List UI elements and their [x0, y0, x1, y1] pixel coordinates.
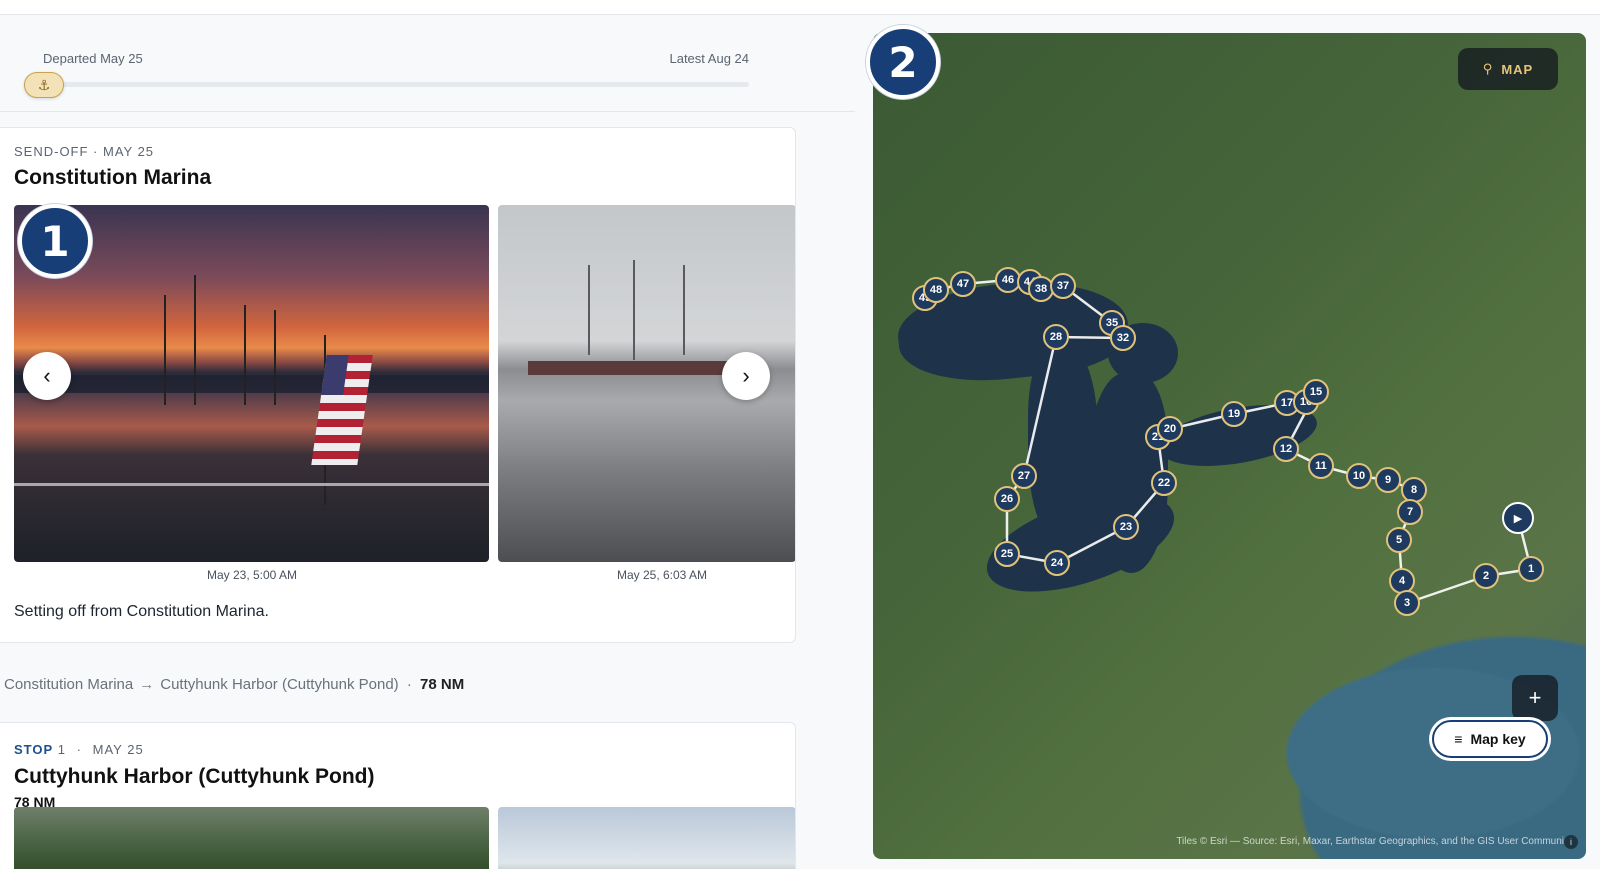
zoom-in-button[interactable]: + — [1512, 675, 1558, 721]
leg-from: Constitution Marina — [4, 676, 134, 693]
play-icon: ▶ — [1513, 512, 1523, 525]
timeline-handle[interactable]: ⚓ — [24, 72, 64, 98]
route-marker-22[interactable]: 22 — [1151, 470, 1177, 496]
send-off-card: SEND-OFF · MAY 25 Constitution Marina ‹ … — [0, 127, 796, 643]
route-marker-10[interactable]: 10 — [1346, 463, 1372, 489]
stop-card: STOP 1 · MAY 25 Cuttyhunk Harbor (Cuttyh… — [0, 722, 796, 869]
route-map[interactable]: 4948474644383735322827262524232221201917… — [873, 33, 1586, 859]
step-badge-2: 2 — [866, 25, 940, 99]
route-marker-15[interactable]: 15 — [1303, 379, 1329, 405]
card-title: Cuttyhunk Harbor (Cuttyhunk Pond) — [14, 765, 375, 788]
route-marker-37[interactable]: 37 — [1050, 273, 1076, 299]
route-marker-24[interactable]: 24 — [1044, 550, 1070, 576]
carousel-prev-button[interactable]: ‹ — [23, 352, 71, 400]
map-key-label: Map key — [1470, 731, 1526, 747]
stop-tag: STOP — [14, 742, 54, 757]
route-marker-26[interactable]: 26 — [994, 486, 1020, 512]
leg-to: Cuttyhunk Harbor (Cuttyhunk Pond) — [160, 676, 399, 693]
route-marker-25[interactable]: 25 — [994, 541, 1020, 567]
photo-caption: May 23, 5:00 AM — [206, 568, 298, 582]
stop-date: MAY 25 — [92, 742, 144, 757]
leg-separator: · — [406, 676, 412, 693]
chevron-left-icon: ‹ — [43, 363, 51, 388]
top-bar — [0, 0, 1600, 15]
american-flag — [311, 355, 373, 465]
step-badge-1: 1 — [18, 204, 92, 278]
route-marker-32[interactable]: 32 — [1110, 325, 1136, 351]
cuttyhunk-photo-2[interactable] — [498, 807, 795, 869]
leg-distance: 78 NM — [420, 676, 465, 693]
route-marker-19[interactable]: 19 — [1221, 401, 1247, 427]
route-marker-20[interactable]: 20 — [1157, 416, 1183, 442]
route-marker-27[interactable]: 27 — [1011, 463, 1037, 489]
route-marker-7[interactable]: 7 — [1397, 499, 1423, 525]
map-view-button[interactable]: ⚲ MAP — [1458, 48, 1558, 90]
timeline-track[interactable] — [43, 82, 749, 87]
route-marker-23[interactable]: 23 — [1113, 514, 1139, 540]
card-eyebrow: STOP 1 · MAY 25 — [14, 742, 144, 757]
timeline-end-label: Latest Aug 24 — [669, 51, 749, 66]
route-marker-1[interactable]: 1 — [1518, 556, 1544, 582]
anchor-icon: ⚓ — [37, 76, 51, 93]
route-marker-28[interactable]: 28 — [1043, 324, 1069, 350]
route-marker-5[interactable]: 5 — [1386, 527, 1412, 553]
route-marker-12[interactable]: 12 — [1273, 436, 1299, 462]
card-title: Constitution Marina — [14, 166, 212, 189]
leg-summary: Constitution Marina → Cuttyhunk Harbor (Cu… — [4, 676, 464, 693]
info-icon[interactable]: i — [1564, 835, 1578, 849]
route-marker-47[interactable]: 47 — [950, 271, 976, 297]
chevron-right-icon: › — [742, 363, 750, 388]
route-marker-9[interactable]: 9 — [1375, 467, 1401, 493]
map-key-button[interactable]: ≡ Map key — [1432, 720, 1548, 758]
play-route-button[interactable]: ▶ — [1502, 502, 1534, 534]
stop-number: 1 — [57, 742, 67, 757]
card-eyebrow: SEND-OFF · MAY 25 — [14, 144, 155, 159]
map-attribution: Tiles © Esri — Source: Esri, Maxar, Eart… — [1176, 836, 1564, 847]
route-marker-11[interactable]: 11 — [1308, 453, 1334, 479]
timeline: Departed May 25 Latest Aug 24 ⚓ — [0, 15, 855, 112]
carousel-next-button[interactable]: › — [722, 352, 770, 400]
route-marker-3[interactable]: 3 — [1394, 590, 1420, 616]
cuttyhunk-photo[interactable] — [14, 807, 489, 869]
photo-caption: May 25, 6:03 AM — [616, 568, 708, 582]
card-description: Setting off from Constitution Marina. — [14, 603, 269, 620]
arrow-right-icon: → — [139, 676, 155, 693]
route-marker-2[interactable]: 2 — [1473, 563, 1499, 589]
map-pin-icon: ⚲ — [1482, 61, 1494, 76]
map-button-label: MAP — [1501, 61, 1534, 77]
route-marker-48[interactable]: 48 — [923, 277, 949, 303]
timeline-start-label: Departed May 25 — [43, 51, 143, 66]
menu-icon: ≡ — [1454, 731, 1463, 747]
